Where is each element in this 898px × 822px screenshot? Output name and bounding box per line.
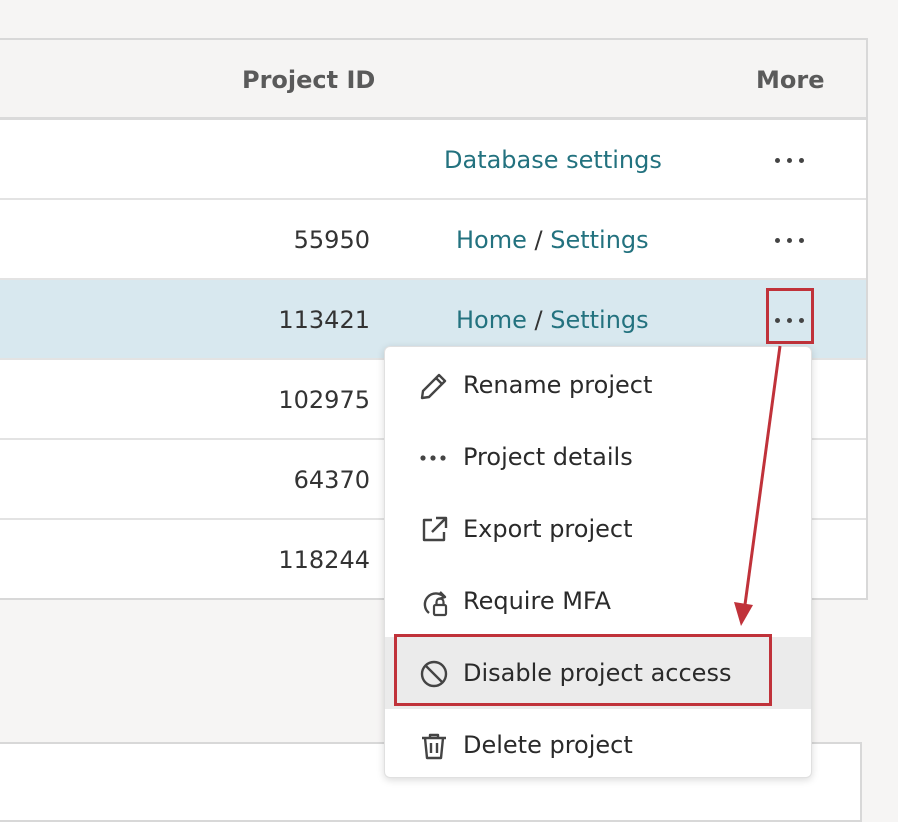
header-more: More [756, 66, 825, 94]
project-id-cell: 102975 [278, 386, 370, 414]
menu-item-rename-project[interactable]: Rename project [385, 349, 811, 421]
annotation-highlight-disable [394, 634, 772, 706]
menu-item-label: Export project [463, 515, 633, 543]
menu-item-label: Require MFA [463, 587, 611, 615]
links-cell: Database settings [444, 146, 662, 174]
project-id-cell: 64370 [293, 466, 370, 494]
settings-link[interactable]: Settings [550, 306, 648, 334]
menu-item-label: Rename project [463, 371, 653, 399]
link-separator: / [526, 226, 551, 254]
menu-item-project-details[interactable]: Project details [385, 421, 811, 493]
home-link[interactable]: Home [456, 226, 527, 254]
project-id-cell: 118244 [278, 546, 370, 574]
menu-item-label: Project details [463, 443, 633, 471]
database-settings-link[interactable]: Database settings [444, 146, 662, 174]
project-actions-menu: Rename project Project details Export pr… [384, 346, 812, 778]
link-separator: / [526, 306, 551, 334]
links-cell: Home / Settings [456, 226, 649, 254]
table-row[interactable]: Database settings [0, 120, 866, 200]
table-row[interactable]: 55950 Home / Settings [0, 200, 866, 280]
links-cell: Home / Settings [456, 306, 649, 334]
trash-icon [422, 733, 446, 760]
menu-item-export-project[interactable]: Export project [385, 493, 811, 565]
menu-item-label: Delete project [463, 731, 633, 759]
home-link[interactable]: Home [456, 306, 527, 334]
external-link-icon [422, 516, 448, 542]
header-project-id[interactable]: Project ID [242, 66, 375, 94]
table-header: Project ID More [0, 40, 866, 120]
project-id-cell: 55950 [293, 226, 370, 254]
more-actions-button[interactable] [772, 150, 808, 170]
settings-link[interactable]: Settings [550, 226, 648, 254]
pencil-icon [420, 373, 447, 400]
refresh-lock-icon [423, 591, 448, 617]
annotation-highlight-more [766, 288, 814, 344]
menu-item-delete-project[interactable]: Delete project [385, 709, 811, 781]
dots-icon [420, 455, 446, 461]
project-id-cell: 113421 [278, 306, 370, 334]
menu-item-require-mfa[interactable]: Require MFA [385, 565, 811, 637]
more-actions-button[interactable] [772, 230, 808, 250]
